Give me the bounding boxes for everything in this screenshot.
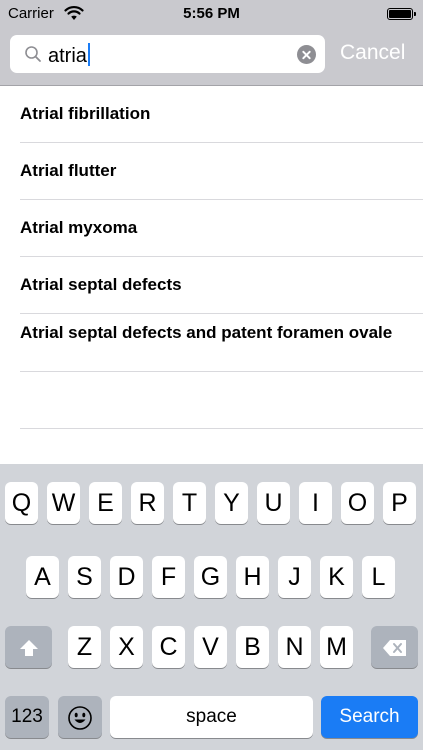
key-u[interactable]: U (257, 482, 290, 524)
key-f[interactable]: F (152, 556, 185, 598)
key-g[interactable]: G (194, 556, 227, 598)
key-i[interactable]: I (299, 482, 332, 524)
key-a[interactable]: A (26, 556, 59, 598)
list-item[interactable]: Atrial septal defects (20, 257, 423, 314)
key-y[interactable]: Y (215, 482, 248, 524)
result-label: Atrial septal defects and patent foramen… (20, 323, 393, 342)
key-r[interactable]: R (131, 482, 164, 524)
key-c[interactable]: C (152, 626, 185, 668)
result-label: Atrial fibrillation (20, 104, 151, 123)
search-key[interactable]: Search (321, 696, 418, 738)
backspace-icon (382, 640, 406, 657)
delete-key[interactable] (371, 626, 418, 668)
search-query-text[interactable]: atria (48, 43, 90, 68)
result-label: Atrial myxoma (20, 218, 138, 237)
clear-text-icon[interactable] (297, 45, 316, 64)
cancel-button[interactable]: Cancel (340, 41, 405, 65)
emoji-key[interactable] (58, 696, 102, 738)
search-results-list: Atrial fibrillation Atrial flutter Atria… (0, 86, 423, 429)
key-b[interactable]: B (236, 626, 269, 668)
shift-key[interactable] (5, 626, 52, 668)
key-k[interactable]: K (320, 556, 353, 598)
key-h[interactable]: H (236, 556, 269, 598)
text-caret (87, 43, 90, 66)
key-w[interactable]: W (47, 482, 80, 524)
list-item[interactable]: Atrial septal defects and patent foramen… (20, 314, 423, 372)
key-m[interactable]: M (320, 626, 353, 668)
list-item[interactable]: Atrial myxoma (20, 200, 423, 257)
smiley-icon (68, 706, 92, 731)
clock: 5:56 PM (183, 5, 240, 22)
list-item[interactable]: Atrial flutter (20, 143, 423, 200)
key-n[interactable]: N (278, 626, 311, 668)
key-e[interactable]: E (89, 482, 122, 524)
keyboard: Q W E R T Y U I O P A S D F G H J K L Z … (0, 464, 423, 750)
search-header: Carrier 5:56 PM atria Cancel (0, 0, 423, 86)
key-z[interactable]: Z (68, 626, 101, 668)
empty-row (20, 372, 423, 429)
key-t[interactable]: T (173, 482, 206, 524)
battery-icon (387, 8, 416, 20)
key-l[interactable]: L (362, 556, 395, 598)
result-label: Atrial septal defects (20, 275, 182, 294)
status-bar: Carrier 5:56 PM (0, 0, 423, 28)
key-s[interactable]: S (68, 556, 101, 598)
key-p[interactable]: P (383, 482, 416, 524)
key-o[interactable]: O (341, 482, 374, 524)
key-x[interactable]: X (110, 626, 143, 668)
search-input[interactable]: atria (10, 35, 325, 73)
key-j[interactable]: J (278, 556, 311, 598)
shift-arrow-icon (19, 640, 38, 657)
key-d[interactable]: D (110, 556, 143, 598)
space-key[interactable]: space (110, 696, 313, 738)
key-q[interactable]: Q (5, 482, 38, 524)
result-label: Atrial flutter (20, 161, 117, 180)
list-item[interactable]: Atrial fibrillation (20, 86, 423, 143)
numbers-key[interactable]: 123 (5, 696, 49, 738)
key-v[interactable]: V (194, 626, 227, 668)
search-icon (25, 46, 41, 62)
